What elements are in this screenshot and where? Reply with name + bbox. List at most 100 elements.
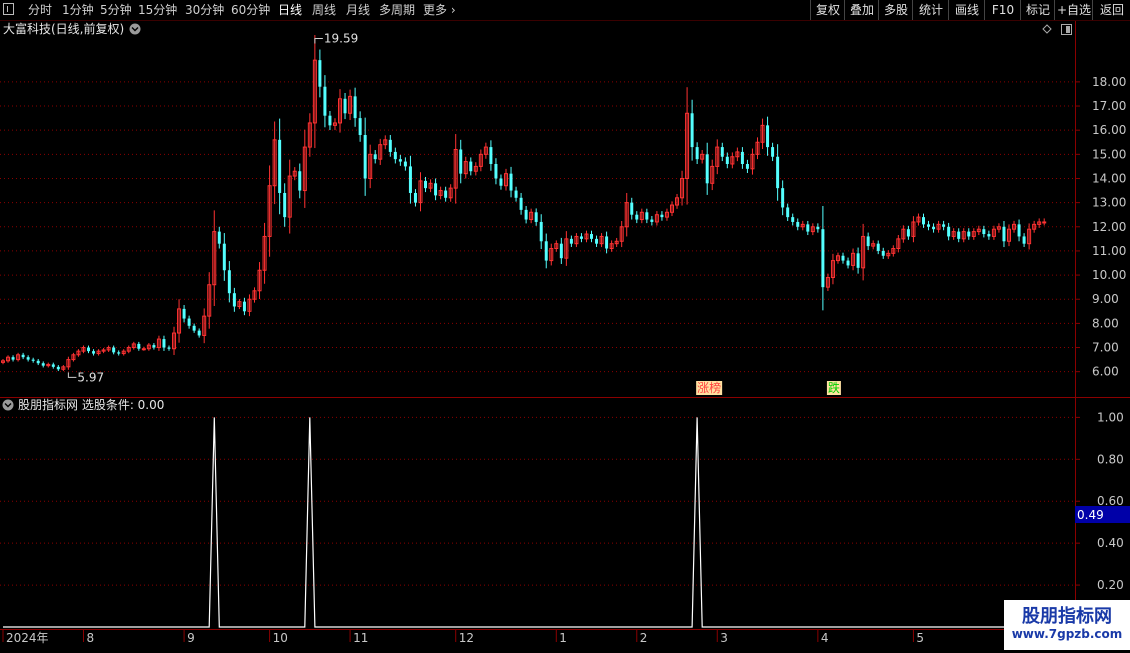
- candle-body-down: [117, 352, 121, 354]
- diamond-icon[interactable]: [1042, 24, 1052, 34]
- multi-stock-button[interactable]: 多股: [878, 0, 913, 20]
- period-monthly[interactable]: 月线: [346, 2, 370, 18]
- mark-button[interactable]: 标记: [1020, 0, 1055, 20]
- date-tick-label: 4: [821, 631, 829, 645]
- candle-body-down: [298, 171, 302, 191]
- draw-line-button[interactable]: 画线: [948, 0, 985, 20]
- restore-rights-button[interactable]: 复权: [810, 0, 845, 20]
- candle-body-down: [766, 125, 770, 148]
- period-weekly[interactable]: 周线: [312, 2, 336, 18]
- chart-svg[interactable]: 大富科技(日线,前复权) 股朋指标网 选股条件: 0.00 0.49 6.00 7…: [0, 21, 1130, 650]
- candle-body-down: [469, 161, 473, 172]
- add-watchlist-button[interactable]: +自选: [1054, 0, 1093, 20]
- price-tick-label: 8.00: [1092, 316, 1119, 330]
- price-tick-label: 9.00: [1092, 292, 1119, 306]
- candle-body-down: [740, 151, 744, 164]
- panel-toggle-icon[interactable]: [1061, 24, 1072, 35]
- chevron-down-icon[interactable]: [129, 23, 141, 35]
- candle-body-down: [645, 212, 649, 220]
- candle-body-down: [921, 217, 925, 225]
- indicator-chevron-icon[interactable]: [2, 399, 14, 411]
- low-price-label: 5.97: [77, 370, 104, 384]
- candle-body-down: [881, 250, 885, 256]
- price-tick-label: 7.00: [1092, 341, 1119, 355]
- candle-body-down: [771, 147, 775, 157]
- candle-body-down: [957, 231, 961, 239]
- date-tick-label: 2024年: [6, 631, 49, 645]
- period-15min[interactable]: 15分钟: [138, 2, 177, 18]
- candle-body-down: [816, 226, 820, 230]
- candle-body-down: [403, 161, 407, 167]
- candle-body-down: [595, 238, 599, 244]
- price-tick-label: 14.00: [1092, 171, 1126, 185]
- candle-body-down: [92, 351, 96, 354]
- period-daily[interactable]: 日线: [278, 2, 302, 18]
- candle-body-down: [786, 207, 790, 218]
- candle-body-down: [444, 190, 448, 198]
- main-panel-title: 大富科技(日线,前复权): [3, 21, 124, 36]
- candle-body-up: [141, 348, 146, 351]
- candle-body-down: [318, 60, 322, 87]
- overlay-button[interactable]: 叠加: [844, 0, 879, 20]
- candle-body-down: [1022, 236, 1026, 244]
- chart-area[interactable]: 大富科技(日线,前复权) 股朋指标网 选股条件: 0.00 0.49 6.00 7…: [0, 21, 1130, 650]
- candle-body-down: [841, 255, 845, 261]
- candle-body-down: [222, 243, 226, 271]
- candle-body-down: [796, 221, 800, 227]
- toolbar: 分时 1分钟 5分钟 15分钟 30分钟 60分钟 日线 周线 月线 多周期 更…: [0, 0, 1130, 21]
- candle-body-down: [579, 236, 583, 239]
- candle-body-down: [242, 301, 246, 312]
- candle-body-down: [745, 163, 749, 169]
- candle-body-down: [1002, 226, 1006, 242]
- price-tick-label: 11.00: [1092, 244, 1126, 258]
- high-price-label: 19.59: [324, 31, 358, 45]
- period-60min[interactable]: 60分钟: [231, 2, 270, 18]
- watermark: 股朋指标网 www.7gpzb.com: [1004, 600, 1130, 650]
- candle-body-down: [56, 366, 60, 370]
- markers: 19.59 5.97 涨榜 跌: [67, 31, 841, 395]
- candle-body-down: [695, 147, 699, 160]
- candle-body-down: [650, 219, 654, 222]
- indicator-line: [3, 417, 1070, 628]
- menu-icon[interactable]: [3, 3, 14, 15]
- candle-body-down: [217, 231, 221, 244]
- period-multi[interactable]: 多周期: [379, 2, 415, 18]
- candle-body-down: [605, 236, 609, 249]
- event-badge: 跌: [828, 380, 840, 395]
- candle-body-down: [343, 98, 347, 114]
- candle-body-down: [388, 139, 392, 152]
- candle-body-down: [967, 231, 971, 237]
- date-tick-label: 10: [273, 631, 288, 645]
- period-30min[interactable]: 30分钟: [185, 2, 224, 18]
- candle-body-down: [569, 238, 573, 244]
- candle-body-down: [947, 226, 951, 237]
- statistics-button[interactable]: 统计: [912, 0, 949, 20]
- back-button[interactable]: 返回: [1092, 0, 1130, 20]
- candle-body-down: [559, 243, 563, 259]
- candle-body-down: [363, 135, 367, 179]
- candle-body-down: [906, 229, 910, 237]
- candle-body-down: [413, 192, 417, 203]
- period-more-label: 更多: [423, 3, 448, 17]
- indicator-panel-title: 股朋指标网 选股条件: 0.00: [18, 397, 164, 412]
- candle-body-down: [197, 330, 201, 336]
- date-tick-label: 3: [720, 631, 728, 645]
- candle-body-down: [41, 363, 45, 366]
- period-minute-realtime[interactable]: 分时: [28, 2, 52, 18]
- period-5min[interactable]: 5分钟: [100, 2, 132, 18]
- low-price-arrow: [67, 372, 77, 378]
- high-price-arrow: [314, 37, 323, 44]
- candle-body-down: [690, 113, 694, 148]
- candles: [1, 35, 1047, 372]
- candle-body-down: [544, 241, 548, 261]
- period-1min[interactable]: 1分钟: [62, 2, 94, 18]
- f10-button[interactable]: F10: [984, 0, 1021, 20]
- candle-body-down: [434, 183, 438, 196]
- candle-body-down: [182, 308, 186, 319]
- candle-body-down: [278, 139, 282, 193]
- chevron-right-icon: ›: [447, 3, 456, 17]
- candle-body-down: [393, 151, 397, 160]
- candle-body-down: [408, 166, 412, 193]
- candle-body-down: [942, 224, 946, 227]
- period-more[interactable]: 更多 ›: [423, 2, 456, 18]
